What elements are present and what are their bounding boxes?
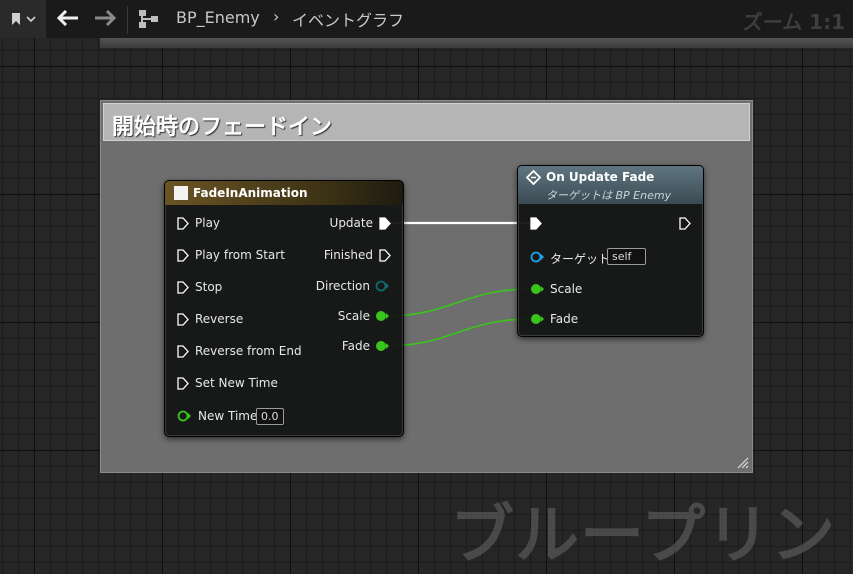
event-node-title: On Update Fade [546,170,655,184]
chevron-down-icon [26,16,36,23]
bookmark-menu-button[interactable] [0,0,46,38]
breadcrumb-graph[interactable]: イベントグラフ [292,7,404,31]
event-node-header[interactable]: On Update Fade ターゲットは BP Enemy [518,166,703,204]
graph-toolbar: BP_Enemy › イベントグラフ ズーム 1:1 [0,0,853,38]
exec-pin-icon[interactable] [177,377,189,390]
float-pin-connected-icon[interactable] [530,313,546,325]
zoom-indicator: ズーム 1:1 [742,10,845,34]
exec-pin-connected-icon[interactable] [530,217,542,230]
blueprint-watermark: ブループリント [450,499,853,573]
pin-direction: Direction [315,279,370,293]
blueprint-graph-icon [139,10,158,28]
back-arrow-icon [57,10,78,26]
target-self-input[interactable]: self [607,248,646,265]
function-diamond-icon [526,170,541,185]
bookmark-icon [12,13,20,25]
exec-pin-icon[interactable] [679,217,691,230]
pin-scale-out: Scale [337,309,370,323]
back-button[interactable] [56,8,80,28]
float-pin-connected-icon[interactable] [530,283,546,295]
timeline-icon [174,186,188,200]
pin-new-time: New Time [198,409,258,423]
exec-pin-icon[interactable] [177,313,189,326]
toolbar-divider [127,6,128,34]
pin-fade-out: Fade [341,339,370,353]
forward-arrow-icon [95,10,116,26]
pin-fade-in: Fade [550,312,579,326]
timeline-node-title: FadeInAnimation [193,186,308,200]
exec-pin-icon[interactable] [177,345,189,358]
pin-target: ターゲット [550,252,611,266]
event-node-subtitle: ターゲットは BP Enemy [546,189,672,202]
exec-pin-icon[interactable] [177,281,189,294]
pin-play-from-start: Play from Start [195,248,285,262]
pin-stop: Stop [195,280,223,294]
pin-update: Update [329,216,373,230]
float-pin-connected-icon[interactable] [375,340,391,352]
pin-set-new-time: Set New Time [195,376,278,390]
pin-reverse: Reverse [195,312,244,326]
float-pin-icon[interactable] [177,410,193,422]
timeline-node[interactable]: FadeInAnimation Play Play from Start Sto… [164,180,404,437]
exec-pin-icon[interactable] [379,249,391,262]
pin-finished: Finished [323,248,373,262]
exec-pin-icon[interactable] [177,249,189,262]
object-pin-icon[interactable] [530,251,546,263]
timeline-node-header[interactable]: FadeInAnimation [165,181,403,205]
pin-reverse-from-end: Reverse from End [195,344,302,358]
new-time-input[interactable]: 0.0 [256,408,284,425]
comment-title[interactable]: 開始時のフェードイン [103,103,750,141]
pin-scale-in: Scale [550,282,583,296]
breadcrumb-separator-icon: › [273,7,280,26]
enum-pin-icon[interactable] [375,280,391,292]
exec-pin-connected-icon[interactable] [379,217,391,230]
forward-button[interactable] [93,8,117,28]
float-pin-connected-icon[interactable] [375,310,391,322]
exec-pin-icon[interactable] [177,217,189,230]
graph-panel-edge [100,38,853,48]
pin-play: Play [195,216,221,230]
breadcrumb-blueprint[interactable]: BP_Enemy [176,8,260,27]
on-update-fade-node[interactable]: On Update Fade ターゲットは BP Enemy ターゲット sel… [517,165,704,337]
resize-grip-icon[interactable] [735,455,749,469]
